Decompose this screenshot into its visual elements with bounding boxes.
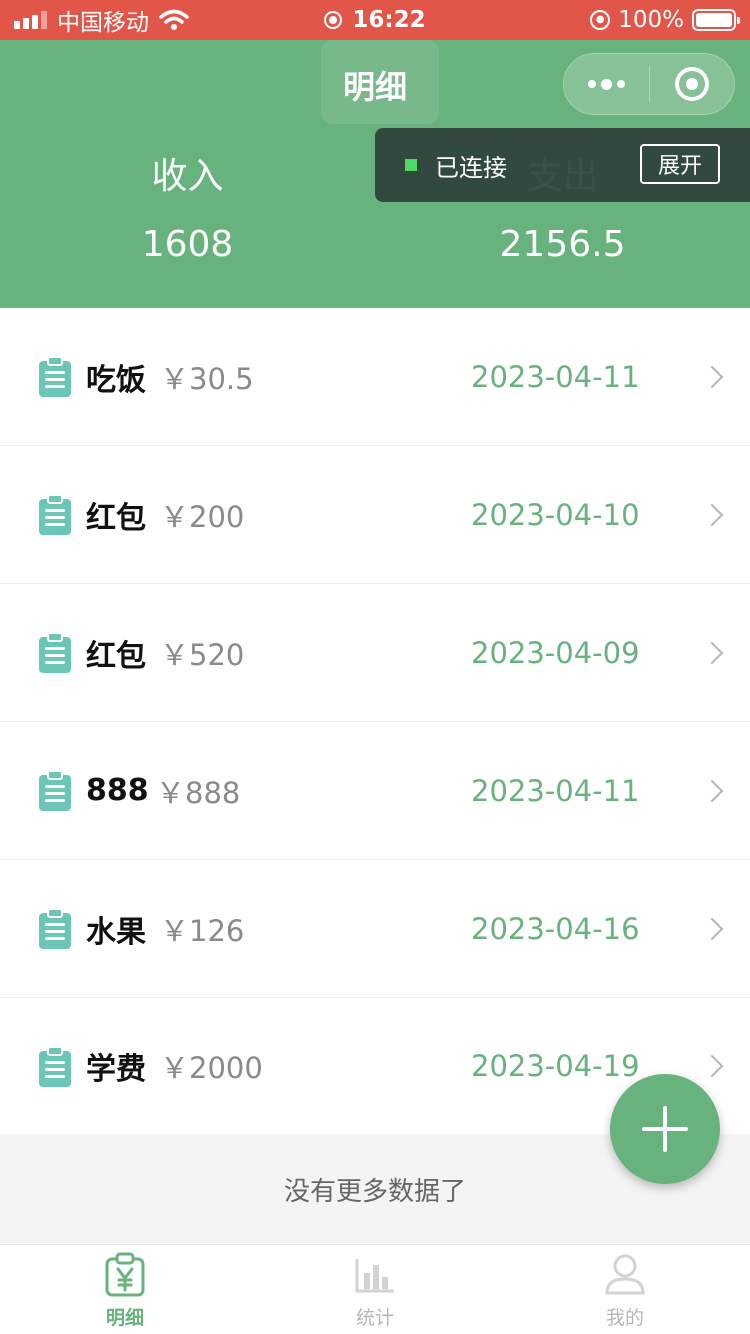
record-date: 2023-04-10 bbox=[471, 497, 640, 532]
list-item[interactable]: 红包 ￥520 2023-04-09 bbox=[0, 584, 750, 722]
close-miniprogram-icon[interactable] bbox=[650, 54, 734, 114]
connection-status-panel: 已连接 展开 bbox=[375, 128, 750, 202]
tab-label: 明细 bbox=[105, 1307, 144, 1329]
tab-label: 统计 bbox=[355, 1307, 394, 1329]
chevron-right-icon bbox=[700, 917, 724, 940]
carrier-name: 中国移动 bbox=[57, 10, 149, 36]
record-date: 2023-04-11 bbox=[471, 359, 640, 394]
chevron-right-icon bbox=[700, 1054, 724, 1078]
clipboard-icon bbox=[39, 908, 71, 949]
connection-status-text: 已连接 bbox=[435, 153, 507, 182]
clipboard-icon bbox=[39, 770, 71, 811]
signal-icon bbox=[14, 11, 47, 29]
record-amount: ￥30.5 bbox=[160, 361, 254, 396]
record-date: 2023-04-09 bbox=[471, 635, 640, 670]
bar-chart-icon bbox=[355, 1259, 394, 1293]
record-amount: ￥200 bbox=[160, 499, 245, 534]
person-icon bbox=[605, 1254, 645, 1295]
battery-icon bbox=[692, 9, 740, 31]
list-item[interactable]: 水果 ￥126 2023-04-16 bbox=[0, 860, 750, 998]
tab-bar: 明细 统计 我的 bbox=[0, 1244, 750, 1334]
status-time: 16:22 bbox=[352, 7, 426, 33]
miniprogram-capsule bbox=[563, 53, 735, 115]
income-summary: 收入 1608 bbox=[0, 152, 375, 265]
tab-label: 我的 bbox=[605, 1307, 644, 1329]
record-date: 2023-04-11 bbox=[471, 773, 640, 808]
clipboard-icon bbox=[39, 632, 71, 673]
tab-details[interactable]: 明细 bbox=[0, 1245, 250, 1334]
record-date: 2023-04-19 bbox=[471, 1049, 640, 1083]
rotation-lock-icon: ● bbox=[590, 10, 611, 30]
chevron-right-icon bbox=[700, 779, 724, 802]
record-date: 2023-04-16 bbox=[471, 911, 640, 946]
record-amount: ￥888 bbox=[156, 775, 241, 810]
expand-button[interactable]: 展开 bbox=[640, 144, 720, 184]
record-amount: ￥520 bbox=[160, 637, 245, 672]
clipboard-icon bbox=[39, 1046, 71, 1087]
record-name: 888 bbox=[86, 773, 149, 808]
status-bar: 中国移动 16:22 ● 100% bbox=[0, 0, 750, 40]
clipboard-icon bbox=[39, 356, 71, 397]
add-record-button[interactable] bbox=[610, 1074, 720, 1184]
yen-clipboard-icon bbox=[105, 1252, 145, 1297]
connected-dot-icon bbox=[405, 159, 417, 171]
income-value: 1608 bbox=[141, 224, 234, 265]
chevron-right-icon bbox=[700, 365, 724, 388]
wifi-icon bbox=[159, 9, 189, 30]
expense-value: 2156.5 bbox=[499, 224, 626, 265]
income-label: 收入 bbox=[151, 156, 224, 197]
more-icon[interactable] bbox=[564, 54, 649, 114]
record-name: 红包 bbox=[86, 500, 146, 536]
record-name: 水果 bbox=[86, 914, 146, 950]
battery-percent: 100% bbox=[618, 7, 684, 33]
summary-header: 明细 收入 1608 支出 2156.5 已连接 展开 bbox=[0, 40, 750, 308]
tab-mine[interactable]: 我的 bbox=[500, 1245, 750, 1334]
chevron-right-icon bbox=[700, 641, 724, 664]
plus-icon-stroke bbox=[663, 1106, 667, 1152]
record-name: 吃饭 bbox=[86, 362, 146, 398]
record-name: 学费 bbox=[86, 1052, 146, 1087]
record-amount: ￥2000 bbox=[160, 1051, 263, 1085]
record-name: 红包 bbox=[86, 638, 146, 674]
list-item[interactable]: 吃饭 ￥30.5 2023-04-11 bbox=[0, 308, 750, 446]
chevron-right-icon bbox=[700, 503, 724, 526]
record-list: 吃饭 ￥30.5 2023-04-11 红包 ￥200 2023-04-10 红… bbox=[0, 308, 750, 1134]
list-item[interactable]: 红包 ￥200 2023-04-10 bbox=[0, 446, 750, 584]
tab-statistics[interactable]: 统计 bbox=[250, 1245, 500, 1334]
record-amount: ￥126 bbox=[160, 913, 245, 948]
screen-record-icon bbox=[324, 11, 343, 29]
clipboard-icon bbox=[39, 494, 71, 535]
list-item[interactable]: 888 ￥888 2023-04-11 bbox=[0, 722, 750, 860]
